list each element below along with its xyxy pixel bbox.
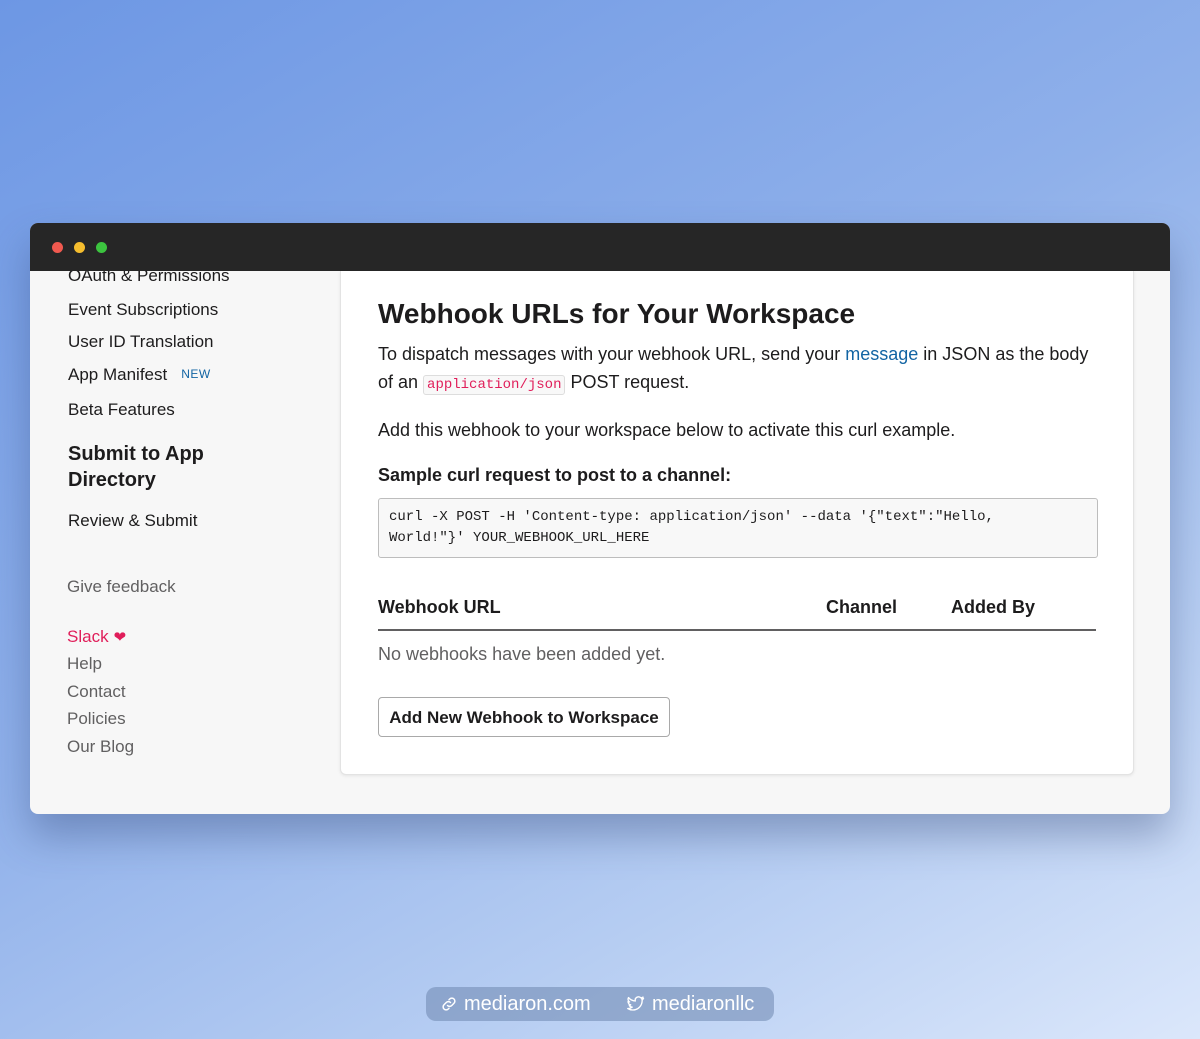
content-type-code: application/json (423, 375, 566, 395)
activate-text: Add this webhook to your workspace below… (378, 420, 956, 440)
sidebar-item-user-id-translation[interactable]: User ID Translation (68, 332, 214, 352)
code-line: curl -X POST -H 'Content-type: applicati… (389, 509, 994, 525)
minimize-window-button[interactable] (74, 242, 85, 253)
webhook-card: Webhook URLs for Your Workspace To dispa… (340, 271, 1134, 775)
contact-link[interactable]: Contact (67, 682, 126, 702)
our-blog-link[interactable]: Our Blog (67, 737, 134, 757)
sidebar-item-app-manifest[interactable]: App Manifest NEW (68, 365, 215, 385)
add-new-webhook-button[interactable]: Add New Webhook to Workspace (378, 697, 670, 737)
column-header-added-by: Added By (951, 597, 1036, 617)
website-label: mediaron.com (464, 993, 591, 1015)
slack-link-label: Slack (67, 627, 109, 646)
policies-link[interactable]: Policies (67, 709, 126, 729)
curl-code-block[interactable]: curl -X POST -H 'Content-type: applicati… (378, 498, 1098, 558)
website-credit[interactable]: mediaron.com (440, 993, 591, 1016)
code-line: World!"}' YOUR_WEBHOOK_URL_HERE (389, 530, 650, 546)
sidebar-item-beta-features[interactable]: Beta Features (68, 400, 175, 420)
link-icon (442, 997, 456, 1011)
browser-window: OAuth & Permissions Event Subscriptions … (30, 223, 1170, 814)
sidebar: OAuth & Permissions Event Subscriptions … (30, 271, 340, 814)
page-title: Webhook URLs for Your Workspace (378, 298, 856, 329)
sidebar-item-review-submit[interactable]: Review & Submit (68, 511, 197, 531)
new-badge: NEW (181, 367, 211, 381)
give-feedback-link[interactable]: Give feedback (67, 577, 176, 597)
sidebar-item-label: App Manifest (68, 365, 168, 384)
maximize-window-button[interactable] (96, 242, 107, 253)
twitter-handle: mediaronllc (652, 993, 755, 1015)
message-link[interactable]: message (845, 344, 918, 364)
close-window-button[interactable] (52, 242, 63, 253)
heart-icon: ❤ (113, 629, 127, 646)
column-header-webhook-url: Webhook URL (378, 597, 501, 617)
twitter-credit[interactable]: mediaronllc (626, 993, 754, 1016)
slack-link[interactable]: Slack ❤ (67, 627, 126, 647)
twitter-bird-icon (627, 996, 645, 1011)
table-header-divider (378, 629, 1096, 631)
sidebar-section-heading: Submit to App Directory (68, 443, 204, 491)
help-link[interactable]: Help (67, 654, 102, 674)
sidebar-item-oauth-permissions[interactable]: OAuth & Permissions (68, 271, 230, 286)
sample-curl-label: Sample curl request to post to a channel… (378, 465, 732, 485)
sidebar-item-event-subscriptions[interactable]: Event Subscriptions (68, 300, 218, 320)
column-header-channel: Channel (826, 597, 898, 617)
intro-text: To dispatch messages with your webhook U… (378, 344, 846, 364)
title-bar (30, 223, 1170, 271)
empty-state-message: No webhooks have been added yet. (378, 644, 666, 664)
intro-paragraph: To dispatch messages with your webhook U… (378, 340, 1098, 399)
intro-text-end: POST request. (565, 372, 690, 392)
credits-bar: mediaron.com mediaronllc (426, 987, 774, 1021)
